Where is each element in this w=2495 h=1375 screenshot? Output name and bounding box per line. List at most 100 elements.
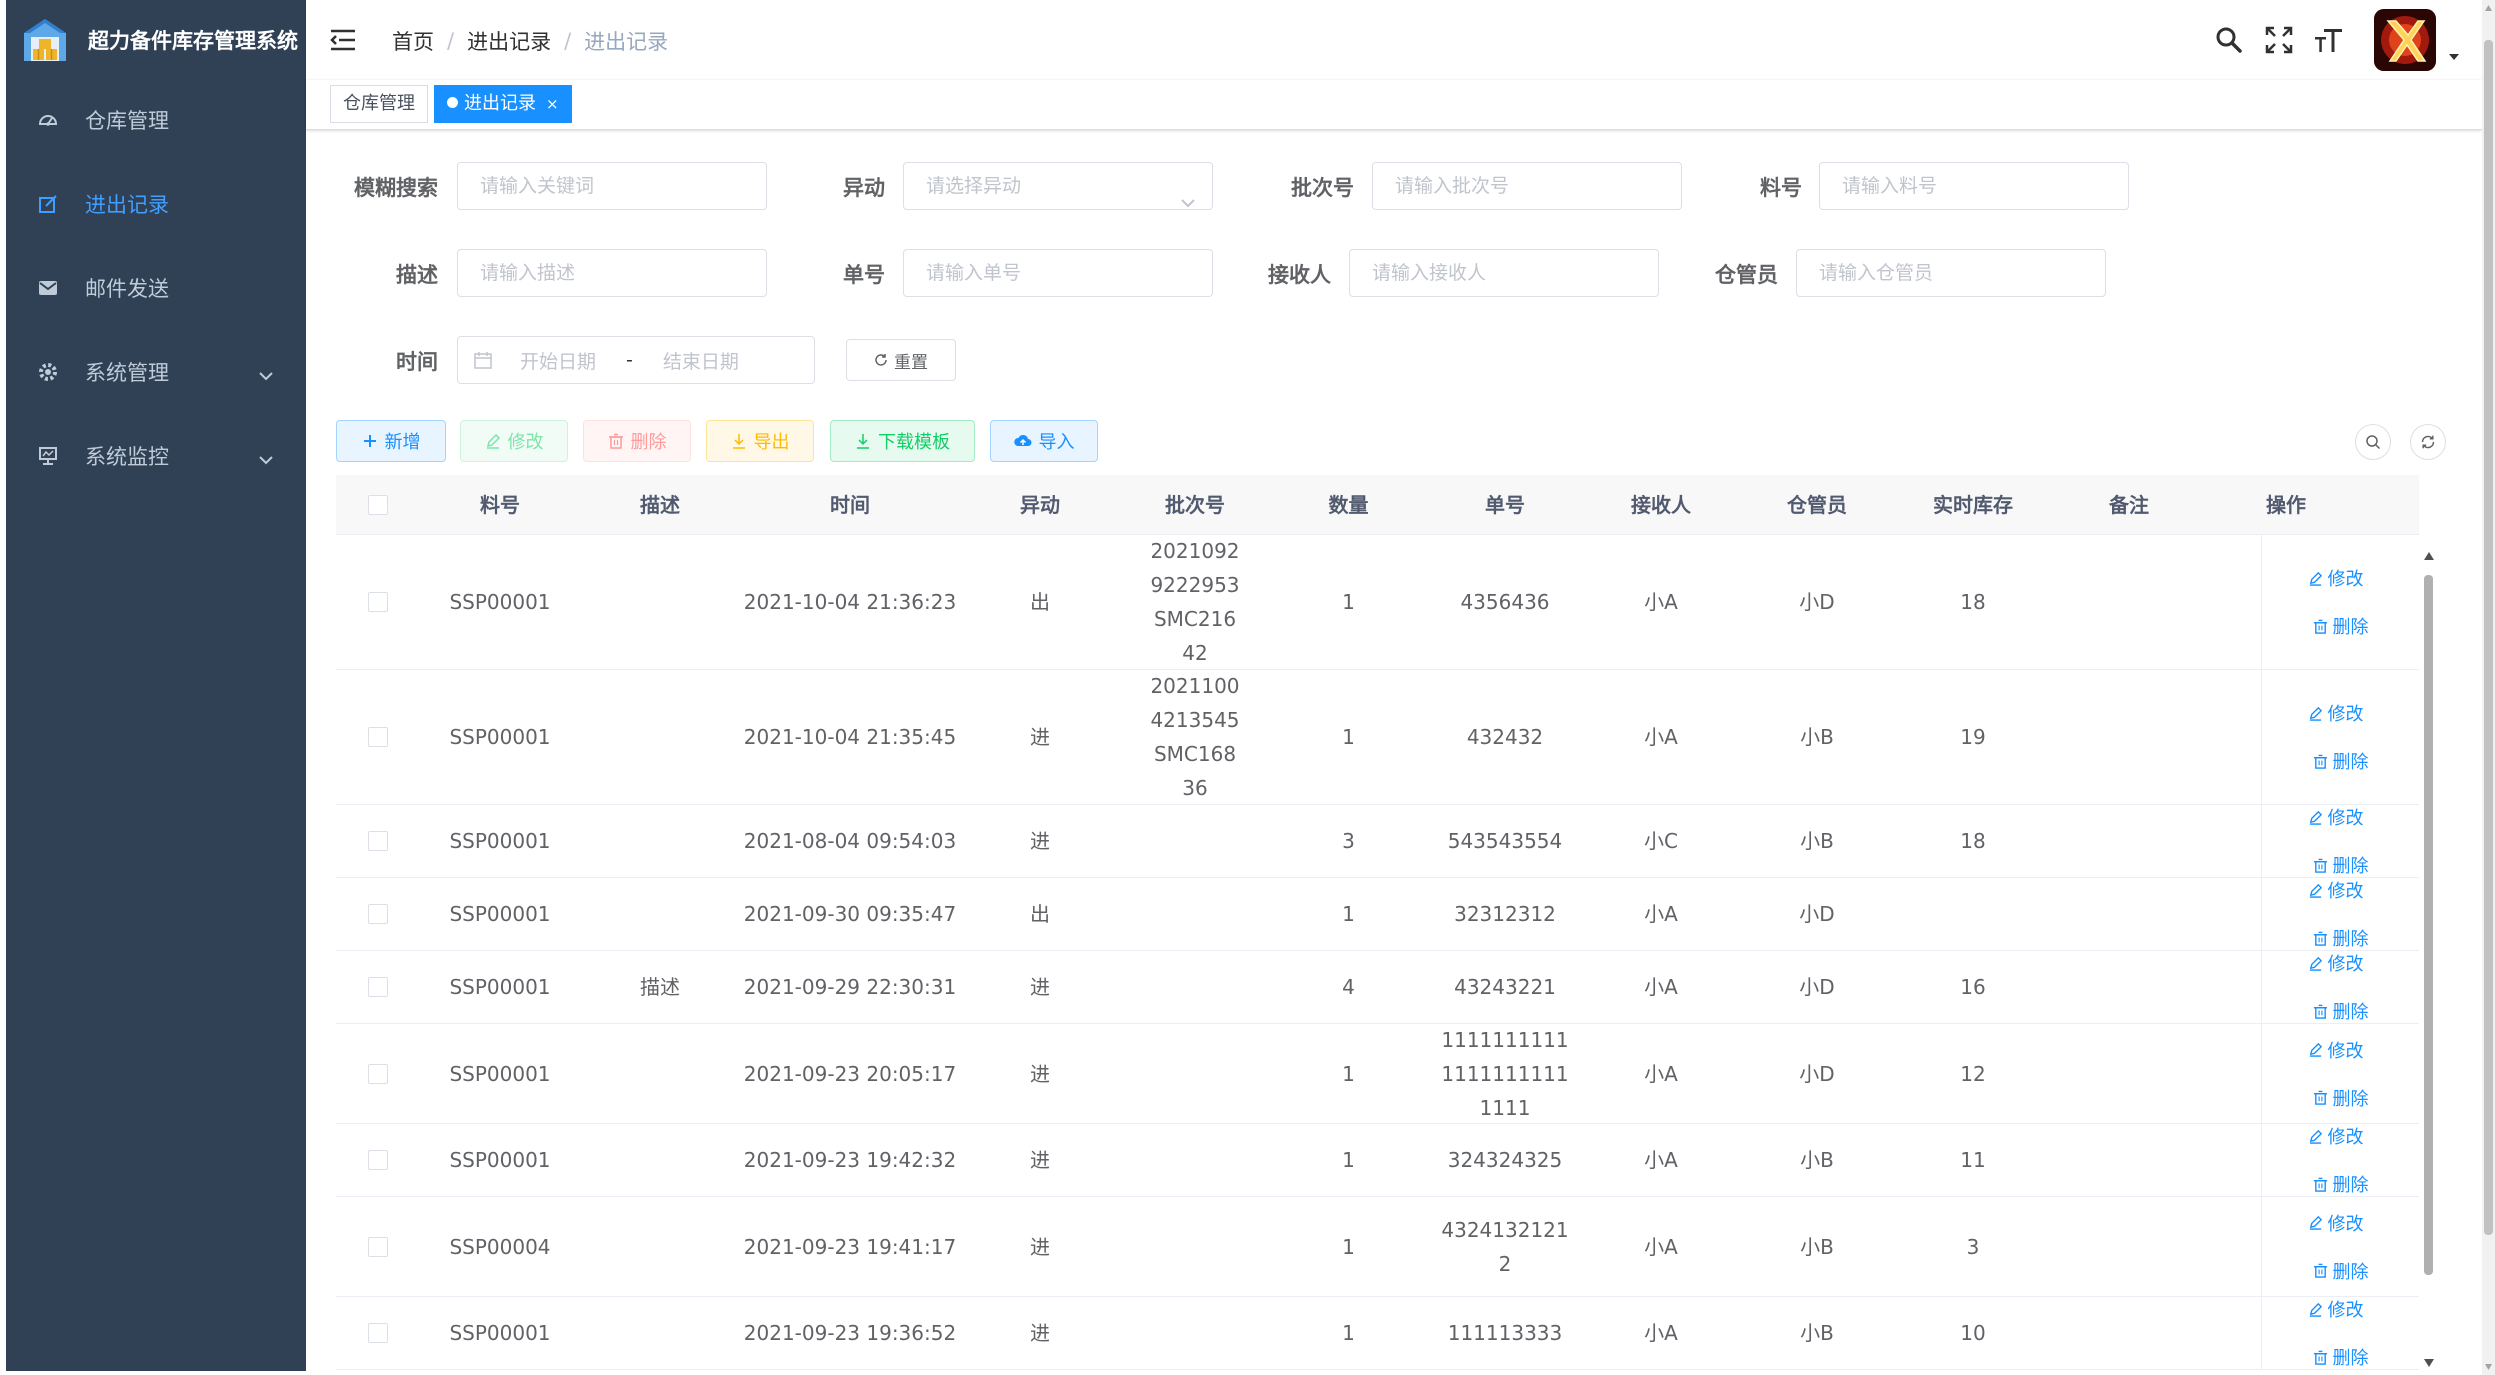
start-date-input[interactable]: 开始日期 [520, 347, 596, 374]
row-checkbox[interactable] [368, 977, 388, 997]
table-scrollbar-thumb[interactable] [2424, 575, 2433, 1275]
row-checkbox[interactable] [368, 1236, 388, 1257]
cell-receiver: 小A [1644, 975, 1678, 999]
row-delete-button[interactable]: 删除 [2313, 1344, 2369, 1370]
row-edit-button[interactable]: 修改 [2308, 1296, 2364, 1322]
row-edit-button[interactable]: 修改 [2308, 877, 2364, 903]
row-edit-label: 修改 [2327, 808, 2364, 829]
edit-button[interactable]: 修改 [460, 420, 568, 462]
row-delete-label: 删除 [2332, 929, 2369, 950]
reset-label: 重置 [894, 352, 928, 373]
table-scrollbar[interactable] [2420, 547, 2437, 1370]
download-template-button[interactable]: 下载模板 [830, 420, 975, 462]
scroll-down-icon[interactable] [2484, 1363, 2493, 1371]
table-row: SSP00001 2021-09-23 19:36:52 进 1 111113333 小A… [336, 1297, 2419, 1370]
breadcrumb-home[interactable]: 首页 [392, 26, 434, 56]
cell-remark [2051, 1024, 2207, 1123]
close-icon[interactable]: × [546, 95, 559, 113]
cell-change: 进 [1030, 829, 1050, 853]
row-delete-button[interactable]: 删除 [2313, 998, 2369, 1024]
keyword-input[interactable]: 请输入关键词 [457, 162, 767, 210]
fullscreen-icon[interactable] [2254, 15, 2304, 65]
active-dot-icon [447, 97, 458, 108]
plus-icon [363, 435, 376, 447]
records-table: 料号 描述 时间 异动 批次号 数量 单号 接收人 仓管员 实时库存 备注 操作… [336, 475, 2419, 1375]
breadcrumb-item[interactable]: 进出记录 [467, 26, 551, 56]
row-checkbox[interactable] [368, 831, 388, 851]
row-delete-button[interactable]: 删除 [2313, 748, 2369, 774]
row-checkbox[interactable] [368, 592, 388, 612]
add-button[interactable]: 新增 [336, 420, 446, 462]
select-all-checkbox[interactable] [368, 495, 388, 515]
cell-stock: 19 [1960, 725, 1986, 749]
row-edit-button[interactable]: 修改 [2308, 700, 2364, 726]
scroll-up-icon[interactable] [2484, 4, 2493, 12]
sidebar-item-records[interactable]: 进出记录 [6, 162, 306, 246]
cell-qty: 1 [1342, 590, 1355, 614]
sidebar-item-warehouse[interactable]: 仓库管理 [6, 78, 306, 162]
cell-keeper: 小B [1800, 1234, 1834, 1259]
sidebar-item-mail[interactable]: 邮件发送 [6, 246, 306, 330]
row-edit-button[interactable]: 修改 [2308, 1123, 2364, 1149]
batch-input[interactable]: 请输入批次号 [1372, 162, 1682, 210]
trash-icon [2313, 1004, 2327, 1019]
row-delete-label: 删除 [2332, 617, 2369, 638]
row-checkbox[interactable] [368, 1063, 388, 1084]
page-scrollbar[interactable] [2482, 0, 2495, 1375]
row-delete-button[interactable]: 删除 [2313, 1171, 2369, 1197]
row-checkbox[interactable] [368, 1150, 388, 1170]
table-row: SSP00001 2021-09-23 20:05:17 进 1 11111111111… [336, 1024, 2419, 1124]
tag-records[interactable]: 进出记录 × [434, 85, 572, 123]
refresh-table-button[interactable] [2410, 424, 2446, 460]
sidebar-item-label: 系统管理 [85, 361, 169, 385]
row-edit-button[interactable]: 修改 [2308, 1210, 2364, 1236]
row-checkbox[interactable] [368, 727, 388, 747]
export-button[interactable]: 导出 [706, 420, 814, 462]
end-date-input[interactable]: 结束日期 [663, 347, 739, 374]
logo[interactable]: 超力备件库存管理系统 [6, 0, 306, 80]
cell-order: 43241321212 [1441, 1217, 1569, 1276]
row-delete-button[interactable]: 删除 [2313, 1258, 2369, 1284]
row-delete-button[interactable]: 删除 [2313, 852, 2369, 878]
cell-change: 进 [1030, 725, 1050, 749]
row-delete-label: 删除 [2332, 1348, 2369, 1369]
material-input[interactable]: 请输入料号 [1819, 162, 2129, 210]
row-edit-button[interactable]: 修改 [2308, 1037, 2364, 1063]
import-button[interactable]: 导入 [990, 420, 1098, 462]
font-size-icon[interactable] [2304, 15, 2354, 65]
row-edit-button[interactable]: 修改 [2308, 950, 2364, 976]
cell-receiver: 小A [1644, 1061, 1678, 1086]
reset-button[interactable]: 重置 [846, 339, 956, 381]
delete-button[interactable]: 删除 [583, 420, 691, 462]
breadcrumb-current: 进出记录 [584, 30, 669, 54]
keeper-input[interactable]: 请输入仓管员 [1796, 249, 2106, 297]
order-input[interactable]: 请输入单号 [903, 249, 1213, 297]
hamburger-icon[interactable] [330, 28, 356, 56]
trash-icon [2313, 619, 2327, 634]
toggle-search-button[interactable] [2355, 424, 2391, 460]
row-delete-button[interactable]: 删除 [2313, 613, 2369, 639]
change-select[interactable]: 请选择异动 [903, 162, 1213, 210]
cell-order: 543543554 [1447, 829, 1563, 853]
tag-warehouse[interactable]: 仓库管理 [330, 85, 428, 123]
sidebar-item-monitor[interactable]: 系统监控 [6, 414, 306, 498]
sidebar-item-system[interactable]: 系统管理 [6, 330, 306, 414]
caret-down-icon[interactable] [2448, 46, 2460, 65]
import-label: 导入 [1038, 432, 1075, 453]
row-delete-button[interactable]: 删除 [2313, 925, 2369, 951]
row-delete-button[interactable]: 删除 [2313, 1085, 2369, 1111]
row-edit-label: 修改 [2327, 1213, 2364, 1235]
row-checkbox[interactable] [368, 1323, 388, 1343]
row-checkbox[interactable] [368, 904, 388, 924]
avatar[interactable] [2374, 9, 2436, 71]
receiver-input[interactable]: 请输入接收人 [1349, 249, 1659, 297]
scroll-up-icon[interactable] [2423, 551, 2435, 561]
row-edit-label: 修改 [2327, 881, 2364, 902]
scroll-down-icon[interactable] [2423, 1358, 2435, 1368]
page-scrollbar-thumb[interactable] [2484, 40, 2493, 1235]
row-edit-button[interactable]: 修改 [2308, 804, 2364, 830]
row-edit-button[interactable]: 修改 [2308, 565, 2364, 591]
desc-input[interactable]: 请输入描述 [457, 249, 767, 297]
search-icon[interactable] [2204, 15, 2254, 65]
date-range-picker[interactable]: 开始日期 - 结束日期 [457, 336, 815, 384]
